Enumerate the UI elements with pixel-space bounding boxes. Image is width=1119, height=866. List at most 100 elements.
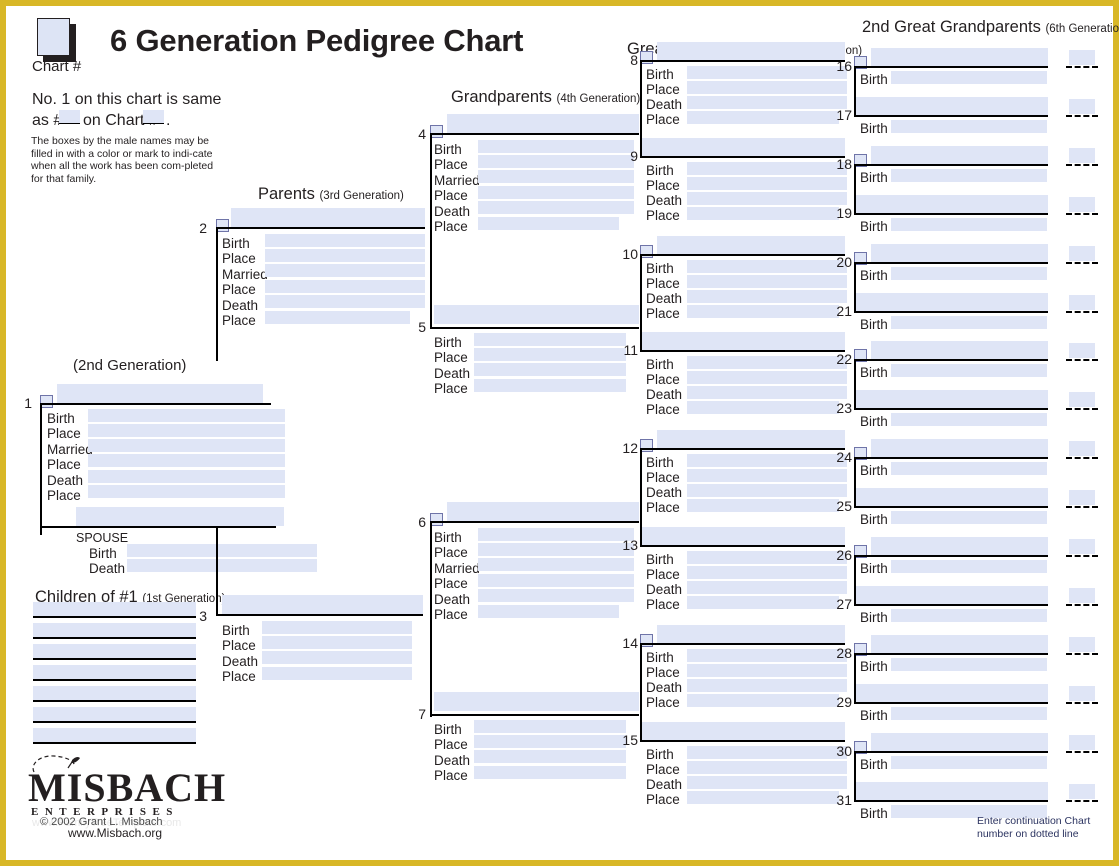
person-15-death-field[interactable] [687,776,847,789]
person-1-place3-field[interactable] [88,485,285,498]
person-13-death-field[interactable] [687,581,847,594]
person-1-death-field[interactable] [88,470,285,483]
person-16-birth-field[interactable] [891,71,1047,84]
person-9-birth-field[interactable] [687,162,847,175]
person-12-birth-field[interactable] [687,454,847,467]
person-21-name-field[interactable] [856,293,1048,311]
person-10-name-field[interactable] [657,236,845,254]
person-2-place2-field[interactable] [265,280,425,293]
person-5-death-field[interactable] [474,363,626,376]
person-14-birth-field[interactable] [687,649,847,662]
person-1-spouse-death-field[interactable] [127,559,317,572]
person-4-place3-field[interactable] [478,217,619,230]
person-25-continuation-chart-field[interactable] [1069,490,1095,505]
person-22-birth-field[interactable] [891,364,1047,377]
person-4-place1-field[interactable] [478,155,634,168]
person-15-place1-field[interactable] [687,761,847,774]
person-11-name-field[interactable] [642,332,845,350]
person-14-name-field[interactable] [657,625,845,643]
person-31-name-field[interactable] [856,782,1048,800]
person-9-place1-field[interactable] [687,177,847,190]
person-1-place2-field[interactable] [88,454,285,467]
person-31-continuation-chart-field[interactable] [1069,784,1095,799]
person-26-name-field[interactable] [871,537,1048,555]
person-12-death-field[interactable] [687,484,847,497]
person-5-place1-field[interactable] [474,348,626,361]
person-9-place2-field[interactable] [687,207,839,220]
person-11-death-field[interactable] [687,386,847,399]
person-19-name-field[interactable] [856,195,1048,213]
child-7-field[interactable] [33,728,196,742]
person-28-continuation-chart-field[interactable] [1069,637,1095,652]
child-3-field[interactable] [33,644,196,658]
same-as-chart-field[interactable] [143,110,164,123]
person-23-name-field[interactable] [856,390,1048,408]
person-26-continuation-chart-field[interactable] [1069,539,1095,554]
person-6-checkbox[interactable] [430,513,443,526]
person-1-birth-field[interactable] [88,409,285,422]
person-11-birth-field[interactable] [687,356,847,369]
person-10-death-field[interactable] [687,290,847,303]
person-24-birth-field[interactable] [891,462,1047,475]
person-27-name-field[interactable] [856,586,1048,604]
person-10-place1-field[interactable] [687,275,847,288]
person-15-place2-field[interactable] [687,791,839,804]
person-12-name-field[interactable] [657,430,845,448]
person-6-place2-field[interactable] [478,574,634,587]
person-20-name-field[interactable] [871,244,1048,262]
person-16-continuation-chart-field[interactable] [1069,50,1095,65]
person-30-continuation-chart-field[interactable] [1069,735,1095,750]
person-21-birth-field[interactable] [891,316,1047,329]
person-9-name-field[interactable] [642,138,845,156]
person-4-married-field[interactable] [478,170,634,183]
person-17-continuation-chart-field[interactable] [1069,99,1095,114]
person-13-place1-field[interactable] [687,566,847,579]
person-2-checkbox[interactable] [216,219,229,232]
person-6-death-field[interactable] [478,589,634,602]
person-20-continuation-chart-field[interactable] [1069,246,1095,261]
person-6-name-field[interactable] [447,502,639,521]
person-8-checkbox[interactable] [640,51,653,64]
person-22-name-field[interactable] [871,341,1048,359]
person-29-name-field[interactable] [856,684,1048,702]
person-5-birth-field[interactable] [474,333,626,346]
person-28-name-field[interactable] [871,635,1048,653]
person-17-birth-field[interactable] [891,120,1047,133]
person-4-place2-field[interactable] [478,186,634,199]
person-13-birth-field[interactable] [687,551,847,564]
person-24-continuation-chart-field[interactable] [1069,441,1095,456]
child-6-field[interactable] [33,707,196,721]
person-19-continuation-chart-field[interactable] [1069,197,1095,212]
person-8-birth-field[interactable] [687,66,847,79]
person-7-death-field[interactable] [474,750,626,763]
person-7-birth-field[interactable] [474,720,626,733]
person-22-continuation-chart-field[interactable] [1069,343,1095,358]
person-14-checkbox[interactable] [640,634,653,647]
person-28-birth-field[interactable] [891,658,1047,671]
person-16-name-field[interactable] [871,48,1048,66]
person-1-checkbox[interactable] [40,395,53,408]
person-2-birth-field[interactable] [265,234,425,247]
chart-number-box[interactable] [37,18,70,56]
person-1-place1-field[interactable] [88,424,285,437]
person-1-spouse-birth-field[interactable] [127,544,317,557]
person-5-name-field[interactable] [434,305,639,324]
person-27-continuation-chart-field[interactable] [1069,588,1095,603]
person-2-married-field[interactable] [265,264,425,277]
person-1-name-field[interactable] [57,384,263,403]
person-3-place1-field[interactable] [262,636,412,649]
person-17-name-field[interactable] [856,97,1048,115]
person-18-birth-field[interactable] [891,169,1047,182]
person-29-continuation-chart-field[interactable] [1069,686,1095,701]
person-23-continuation-chart-field[interactable] [1069,392,1095,407]
person-7-place1-field[interactable] [474,735,626,748]
person-3-name-field[interactable] [222,595,423,614]
person-7-name-field[interactable] [434,692,639,711]
person-5-place2-field[interactable] [474,379,626,392]
child-1-field[interactable] [33,602,196,616]
person-4-name-field[interactable] [447,114,639,133]
person-14-place2-field[interactable] [687,694,839,707]
person-25-birth-field[interactable] [891,511,1047,524]
person-6-place3-field[interactable] [478,605,619,618]
person-10-checkbox[interactable] [640,245,653,258]
